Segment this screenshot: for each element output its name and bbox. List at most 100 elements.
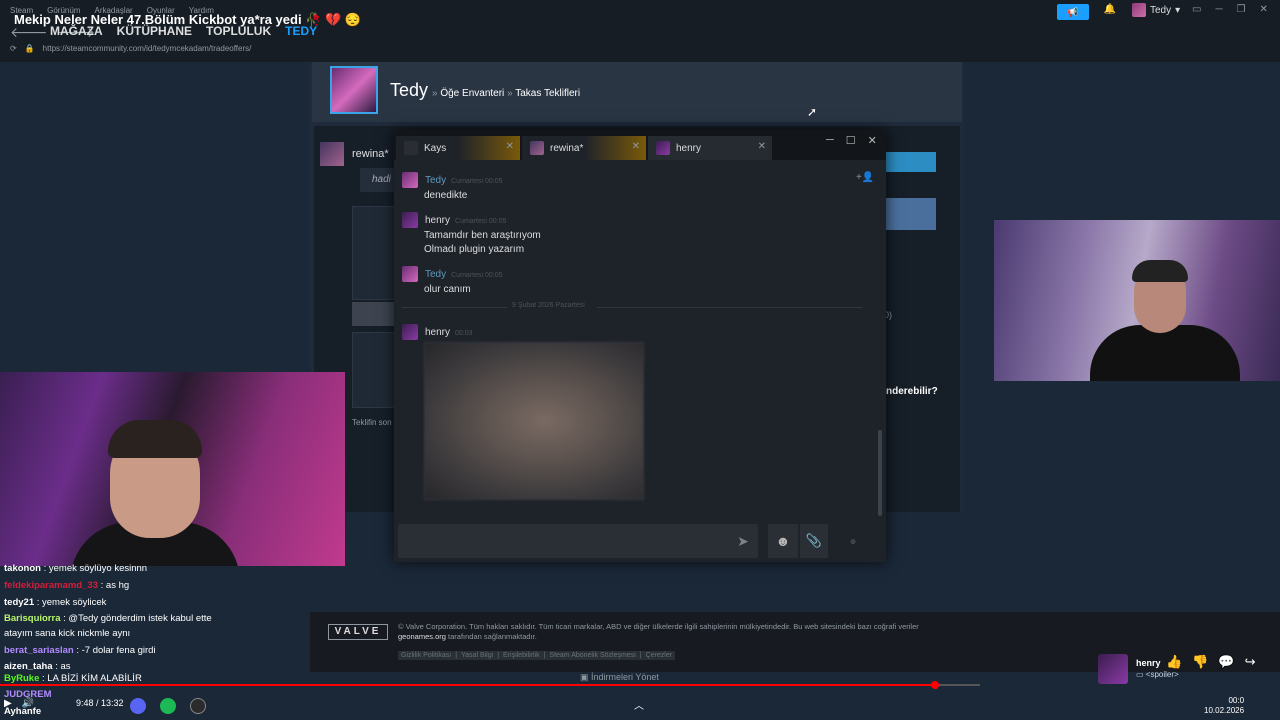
- nav-store[interactable]: MAĞAZA: [50, 24, 103, 38]
- mouse-cursor-icon: ➚: [807, 105, 818, 119]
- message-avatar[interactable]: [402, 172, 418, 188]
- chat-window-controls: ─ ☐ ✕: [826, 134, 877, 147]
- overlay-card-sub: ▭ <spoiler>: [1136, 670, 1179, 679]
- url-text[interactable]: https://steamcommunity.com/id/tedymcekad…: [43, 44, 252, 53]
- window-controls: ▭ ─ ❐ ✕: [1192, 4, 1268, 15]
- send-icon[interactable]: ➤: [730, 528, 756, 554]
- big-picture-icon[interactable]: ▭: [1192, 4, 1201, 15]
- message-avatar[interactable]: [402, 324, 418, 340]
- date-divider: 9 Şubat 2026 Pazartesi: [402, 302, 862, 312]
- blurred-image-attachment[interactable]: [424, 342, 644, 500]
- webcam-overlay-right: [994, 220, 1280, 381]
- back-arrow-icon[interactable]: 🡐: [10, 24, 48, 41]
- chat-scrollbar[interactable]: [878, 430, 882, 516]
- chat-line: atayım sana kick nickmle aynı: [4, 628, 131, 639]
- message-text: olur canım: [424, 284, 471, 295]
- nav-community[interactable]: TOPLULUK: [206, 24, 271, 38]
- emoticon-icon[interactable]: ☻: [768, 524, 798, 558]
- chat-line: Barisquiorra : @Tedy gönderdim istek kab…: [4, 613, 212, 624]
- message-author[interactable]: Tedy Cumartesi 00:05: [425, 175, 502, 186]
- trade-footer-note: Teklifin son: [352, 418, 392, 427]
- geonames-link[interactable]: geonames.org: [398, 632, 446, 641]
- chat-line: tedy21 : yemek söylicek: [4, 597, 107, 608]
- trade-secondary-button[interactable]: [886, 198, 936, 230]
- discord-icon[interactable]: [130, 698, 146, 714]
- share-icon[interactable]: ↪: [1245, 654, 1256, 670]
- minimize-icon[interactable]: ─: [1215, 4, 1222, 15]
- legal-link[interactable]: Yasal Bilgi: [461, 652, 493, 659]
- message-avatar[interactable]: [402, 266, 418, 282]
- footer-links: Gizlilik Politikası | Yasal Bilgi | Erişil…: [398, 651, 676, 660]
- privacy-link[interactable]: Gizlilik Politikası: [401, 652, 451, 659]
- tab-label: henry: [676, 142, 702, 154]
- refresh-icon[interactable]: ⟳: [10, 44, 17, 53]
- notification-bell-icon[interactable]: 🔔: [1100, 4, 1120, 20]
- close-icon[interactable]: ✕: [1260, 4, 1268, 15]
- announcement-button[interactable]: 📢: [1057, 4, 1089, 20]
- maximize-icon[interactable]: ❐: [1237, 4, 1246, 15]
- trade-partner-name[interactable]: rewina*: [352, 148, 389, 160]
- profile-name[interactable]: Tedy: [390, 80, 428, 101]
- voice-icon[interactable]: ●: [838, 528, 868, 554]
- close-tab-icon[interactable]: ✕: [758, 141, 766, 152]
- attachment-icon[interactable]: 📎: [800, 524, 828, 558]
- trade-items-box-2: [352, 332, 398, 408]
- breadcrumb-inventory[interactable]: Öğe Envanteri: [440, 88, 504, 99]
- add-friend-to-chat-icon[interactable]: +👤: [856, 172, 874, 183]
- tab-avatar: [530, 141, 544, 155]
- progress-scrubber[interactable]: [930, 681, 939, 689]
- message-author[interactable]: Tedy Cumartesi 00:05: [425, 269, 502, 280]
- message-text: denedikte: [424, 190, 468, 201]
- comment-icon[interactable]: 💬: [1218, 654, 1234, 670]
- chevron-up-icon[interactable]: ︿: [634, 697, 644, 712]
- trade-action-button[interactable]: [886, 152, 936, 172]
- message-author[interactable]: henry 00:03: [425, 327, 473, 338]
- maximize-icon[interactable]: ☐: [846, 134, 856, 147]
- app-icon[interactable]: [190, 698, 206, 714]
- system-clock: 00:0 10.02.2026: [1204, 696, 1245, 715]
- chat-tab-henry[interactable]: henry ✕: [648, 136, 772, 160]
- minimize-icon[interactable]: ─: [826, 134, 834, 147]
- chat-tab-kays[interactable]: Kays ✕: [396, 136, 520, 160]
- volume-icon[interactable]: 🔊: [22, 698, 34, 709]
- valve-logo[interactable]: VALVE: [328, 624, 388, 640]
- overlay-card-name: henry: [1136, 658, 1161, 668]
- nav-library[interactable]: KÜTÜPHANE: [117, 24, 192, 38]
- url-bar: ⟳ 🔒 https://steamcommunity.com/id/tedymc…: [10, 44, 251, 53]
- tab-label: Kays: [424, 142, 447, 154]
- message-author[interactable]: henry Cumartesi 00:05: [425, 215, 506, 226]
- chat-tab-rewina[interactable]: rewina* ✕: [522, 136, 646, 160]
- chat-line: aizen_taha : as: [4, 661, 71, 672]
- chat-line: takonon : yemek söylüyo kesinnn: [4, 563, 148, 574]
- play-icon[interactable]: ▶: [4, 698, 12, 709]
- breadcrumb-trade-offers[interactable]: Takas Teklifleri: [515, 88, 580, 99]
- overlay-card-avatar: [1098, 654, 1128, 684]
- taskbar-icons: [130, 698, 206, 714]
- legal-text: © Valve Corporation. Tüm hakları saklıdı…: [398, 622, 919, 641]
- trade-question-partial: nderebilir?: [886, 386, 938, 397]
- spotify-icon[interactable]: [160, 698, 176, 714]
- tab-label: rewina*: [550, 142, 584, 154]
- accessibility-link[interactable]: Erişilebilirlik: [503, 652, 540, 659]
- main-nav: MAĞAZA KÜTÜPHANE TOPLULUK TEDY: [50, 24, 317, 38]
- manage-downloads[interactable]: ▣ İndirmeleri Yönet: [580, 672, 659, 683]
- chat-line: ByRuke : LA BİZİ KİM ALABİLİR: [4, 673, 142, 684]
- breadcrumb: » Öğe Envanteri » Takas Teklifleri: [432, 88, 581, 99]
- trade-partner-avatar[interactable]: [320, 142, 344, 166]
- close-tab-icon[interactable]: ✕: [506, 141, 514, 152]
- nav-profile[interactable]: TEDY: [285, 24, 317, 38]
- ssa-link[interactable]: Steam Abonelik Sözleşmesi: [549, 652, 635, 659]
- close-icon[interactable]: ✕: [868, 134, 877, 147]
- message-avatar[interactable]: [402, 212, 418, 228]
- chat-message-input[interactable]: [398, 524, 758, 558]
- card-reactions: 👍 👎 💬 ↪: [1166, 654, 1255, 670]
- user-menu[interactable]: Tedy ▾: [1132, 3, 1180, 17]
- steam-footer: [310, 612, 1280, 672]
- thumbs-down-icon[interactable]: 👎: [1192, 654, 1208, 670]
- user-avatar: [1132, 3, 1146, 17]
- cookies-link[interactable]: Çerezler: [646, 652, 672, 659]
- trade-separator: [352, 302, 396, 326]
- close-tab-icon[interactable]: ✕: [632, 141, 640, 152]
- profile-avatar[interactable]: [330, 66, 378, 114]
- thumbs-up-icon[interactable]: 👍: [1166, 654, 1182, 670]
